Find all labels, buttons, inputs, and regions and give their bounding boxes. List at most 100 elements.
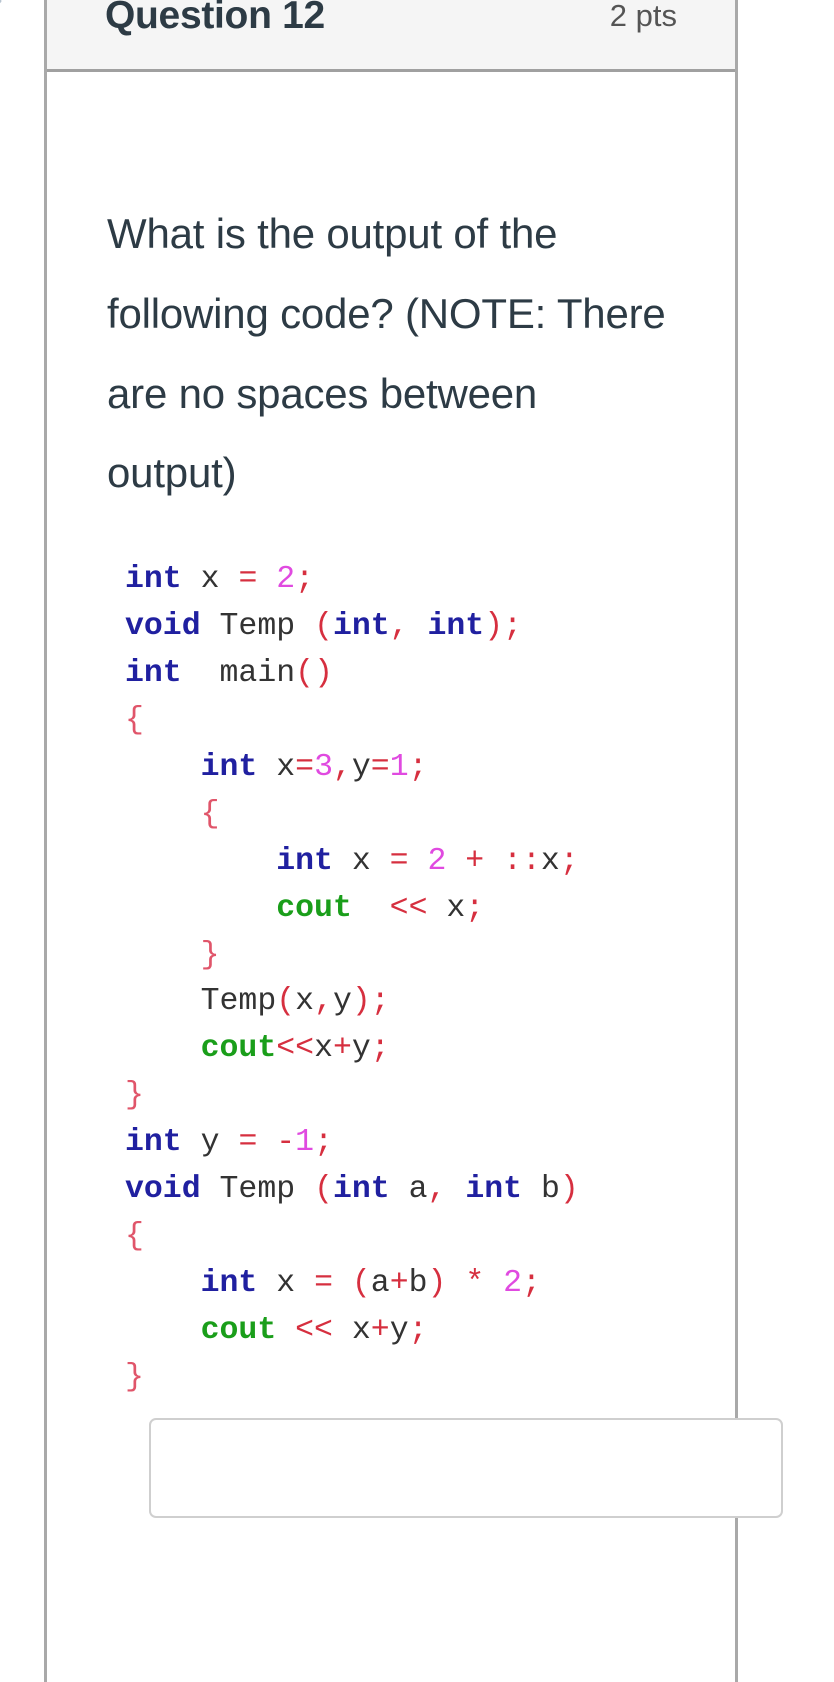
code-token: y xyxy=(389,1312,409,1348)
code-line: int main() xyxy=(125,651,735,698)
code-token: = xyxy=(238,562,258,598)
code-token: int xyxy=(332,609,390,645)
answer-input[interactable] xyxy=(149,1418,783,1518)
code-token: y xyxy=(351,749,371,785)
code-token: = xyxy=(370,749,390,785)
code-token: ) xyxy=(427,1266,447,1302)
code-token: :: xyxy=(503,843,541,879)
code-token: int xyxy=(125,1125,182,1161)
question-body: What is the output of the following code… xyxy=(47,72,735,1402)
code-token: int xyxy=(332,1172,390,1208)
code-token: y xyxy=(332,984,352,1020)
code-token: ( xyxy=(314,1172,333,1208)
code-line: int x = 2 + ::x; xyxy=(125,839,735,886)
code-token: Temp xyxy=(219,1172,296,1208)
code-token: int xyxy=(465,1172,523,1208)
code-line: } xyxy=(125,1355,735,1402)
code-token: ) xyxy=(351,984,371,1020)
code-token: int xyxy=(427,609,485,645)
code-token: x xyxy=(314,1031,333,1067)
code-line: } xyxy=(125,933,735,980)
code-token: = xyxy=(238,1125,258,1161)
code-token: , xyxy=(389,609,409,645)
code-token: x xyxy=(351,843,371,879)
code-token: b xyxy=(540,1172,560,1208)
code-token: = xyxy=(389,843,409,879)
code-token: { xyxy=(125,702,144,738)
code-token: a xyxy=(370,1266,390,1302)
collapse-chevron-icon[interactable]: › xyxy=(0,0,3,20)
code-token: x xyxy=(540,843,560,879)
code-token: ; xyxy=(370,984,390,1020)
code-token: Temp xyxy=(219,609,296,645)
code-token: } xyxy=(125,1078,144,1114)
code-token: int xyxy=(125,562,182,598)
question-points-badge: 2 pts xyxy=(609,0,677,33)
code-token: x xyxy=(295,984,315,1020)
code-token: ) xyxy=(484,609,504,645)
code-token: x xyxy=(351,1312,371,1348)
code-token: 2 xyxy=(427,843,447,879)
code-token: * xyxy=(465,1266,485,1302)
code-token: y xyxy=(200,1125,220,1161)
code-token: cout xyxy=(276,890,352,926)
code-token: x xyxy=(276,749,296,785)
code-token: } xyxy=(125,1359,144,1395)
code-token: x xyxy=(446,890,466,926)
code-token: << xyxy=(389,890,428,926)
code-token: cout xyxy=(200,1031,277,1067)
code-token: - xyxy=(276,1125,296,1161)
code-token: void xyxy=(125,1172,201,1208)
code-token: 2 xyxy=(276,562,296,598)
code-token: int xyxy=(276,843,333,879)
code-token: Temp xyxy=(200,984,277,1020)
code-line: int x = 2; xyxy=(125,557,735,604)
code-token: a xyxy=(408,1172,428,1208)
code-line: { xyxy=(125,698,735,745)
code-token: cout xyxy=(200,1312,277,1348)
code-line: } xyxy=(125,1073,735,1120)
code-token: ; xyxy=(465,890,485,926)
code-line: void Temp (int, int); xyxy=(125,604,735,651)
question-title: Question 12 xyxy=(105,0,325,37)
code-token: ) xyxy=(559,1172,579,1208)
code-line: cout<<x+y; xyxy=(125,1026,735,1073)
code-token: + xyxy=(370,1312,390,1348)
code-token: ( xyxy=(351,1266,371,1302)
code-snippet: int x = 2; void Temp (int, int); int main(… xyxy=(47,557,735,1402)
code-token: void xyxy=(125,609,201,645)
code-token: int xyxy=(200,749,258,785)
code-line: cout << x+y; xyxy=(125,1308,735,1355)
code-token: + xyxy=(332,1031,352,1067)
code-line: { xyxy=(125,792,735,839)
code-line: Temp(x,y); xyxy=(125,979,735,1026)
code-token: ; xyxy=(295,562,315,598)
code-token: ; xyxy=(408,1312,428,1348)
code-token: { xyxy=(200,796,220,832)
code-token: ) xyxy=(314,656,333,692)
code-token: + xyxy=(389,1266,409,1302)
code-token: , xyxy=(427,1172,447,1208)
code-token: int xyxy=(200,1266,258,1302)
